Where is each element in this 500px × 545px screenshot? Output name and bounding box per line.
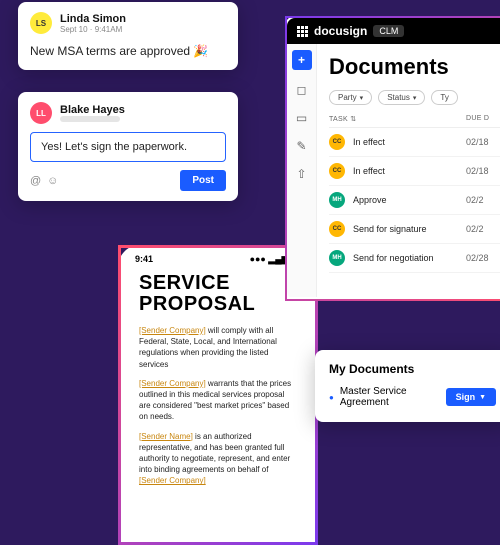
- add-button[interactable]: +: [292, 50, 312, 70]
- proposal-paragraph: [Sender Company] will comply with all Fe…: [139, 325, 297, 370]
- reply-input[interactable]: Yes! Let's sign the paperwork.: [30, 132, 226, 162]
- my-documents-card: My Documents ● Master Service Agreement …: [315, 350, 500, 422]
- main-pane: Documents Party▾ Status▾ Ty TASK ⇅ DUE D…: [317, 44, 500, 297]
- task-cell: Send for negotiation: [353, 253, 466, 263]
- table-row[interactable]: MH Approve02/2: [329, 186, 500, 215]
- due-cell: 02/2: [466, 224, 500, 234]
- product-tag: CLM: [373, 25, 404, 37]
- sort-icon[interactable]: ⇅: [350, 116, 356, 123]
- filter-party[interactable]: Party▾: [329, 90, 372, 105]
- document-name: Master Service Agreement: [340, 386, 446, 408]
- page-title: Documents: [329, 54, 500, 80]
- th-task-label[interactable]: TASK: [329, 116, 348, 123]
- task-cell: In effect: [353, 137, 466, 147]
- user-name: Linda Simon: [60, 13, 126, 25]
- th-due-label[interactable]: DUE D: [466, 115, 500, 123]
- avatar: LS: [30, 12, 52, 34]
- user-meta: Linda Simon Sept 10 · 9:41AM: [60, 13, 126, 34]
- chevron-down-icon: ▾: [413, 94, 417, 102]
- folder-icon[interactable]: ▭: [294, 110, 310, 126]
- app-titlebar: docusign CLM: [287, 18, 500, 44]
- assignee-avatar: CC: [329, 221, 345, 237]
- sender-company-tag[interactable]: [Sender Company]: [139, 326, 206, 335]
- chevron-down-icon: ▼: [479, 394, 486, 401]
- upload-icon[interactable]: ⇧: [294, 166, 310, 182]
- table-row[interactable]: CC In effect02/18: [329, 128, 500, 157]
- filter-pills: Party▾ Status▾ Ty: [329, 90, 500, 105]
- table-row[interactable]: CC Send for signature02/2: [329, 215, 500, 244]
- post-button[interactable]: Post: [180, 170, 226, 191]
- assignee-avatar: MH: [329, 250, 345, 266]
- document-row: ● Master Service Agreement Sign▼: [329, 386, 496, 408]
- filter-status[interactable]: Status▾: [378, 90, 425, 105]
- side-rail: + ◻ ▭ ✎ ⇧: [287, 44, 317, 297]
- assignee-avatar: CC: [329, 163, 345, 179]
- emoji-icon[interactable]: ☺: [47, 175, 58, 187]
- document-label: ● Master Service Agreement: [329, 386, 446, 408]
- due-cell: 02/18: [466, 166, 500, 176]
- assignee-avatar: MH: [329, 192, 345, 208]
- person-icon[interactable]: ◻: [294, 82, 310, 98]
- table-header: TASK ⇅ DUE D: [329, 115, 500, 128]
- proposal-paragraph: [Sender Name] is an authorized represent…: [139, 431, 297, 487]
- timestamp: Sept 10 · 9:41AM: [60, 25, 126, 34]
- table-row[interactable]: CC In effect02/18: [329, 157, 500, 186]
- sign-button[interactable]: Sign▼: [446, 388, 496, 406]
- app-switcher-icon[interactable]: [297, 26, 308, 37]
- message-text: New MSA terms are approved 🎉: [30, 44, 226, 58]
- sender-company-tag[interactable]: [Sender Company]: [139, 476, 206, 485]
- table-row[interactable]: MH Send for negotiation02/28: [329, 244, 500, 273]
- bullet-icon: ●: [329, 393, 334, 402]
- notification-card: LS Linda Simon Sept 10 · 9:41AM New MSA …: [18, 2, 238, 70]
- avatar: LL: [30, 102, 52, 124]
- due-cell: 02/28: [466, 253, 500, 263]
- chevron-down-icon: ▾: [360, 94, 364, 102]
- filter-type[interactable]: Ty: [431, 90, 457, 105]
- user-meta: Blake Hayes: [60, 104, 125, 122]
- document-title: SERVICE PROPOSAL: [139, 273, 297, 315]
- task-cell: Approve: [353, 195, 466, 205]
- user-name: Blake Hayes: [60, 104, 125, 116]
- skeleton-line: [60, 116, 120, 122]
- sender-company-tag[interactable]: [Sender Company]: [139, 379, 206, 388]
- message-header: LS Linda Simon Sept 10 · 9:41AM: [30, 12, 226, 34]
- card-title: My Documents: [329, 362, 496, 376]
- app-window: docusign CLM + ◻ ▭ ✎ ⇧ Documents Party▾ …: [285, 16, 500, 301]
- mention-icon[interactable]: @: [30, 175, 41, 187]
- due-cell: 02/18: [466, 137, 500, 147]
- phone-time: 9:41: [135, 254, 153, 265]
- pencil-icon[interactable]: ✎: [294, 138, 310, 154]
- reply-card: LL Blake Hayes Yes! Let's sign the paper…: [18, 92, 238, 201]
- reply-footer: @ ☺ Post: [30, 170, 226, 191]
- proposal-paragraph: [Sender Company] warrants that the price…: [139, 378, 297, 423]
- assignee-avatar: CC: [329, 134, 345, 150]
- due-cell: 02/2: [466, 195, 500, 205]
- message-header: LL Blake Hayes: [30, 102, 226, 124]
- app-content: + ◻ ▭ ✎ ⇧ Documents Party▾ Status▾ Ty TA…: [287, 44, 500, 297]
- reply-toolbar: @ ☺: [30, 175, 58, 187]
- phone-body: SERVICE PROPOSAL [Sender Company] will c…: [121, 267, 315, 500]
- sender-name-tag[interactable]: [Sender Name]: [139, 432, 193, 441]
- table-body: CCIn effect02/18CCIn effect02/18MHApprov…: [329, 128, 500, 273]
- task-cell: In effect: [353, 166, 466, 176]
- task-cell: Send for signature: [353, 224, 466, 234]
- brand-name: docusign: [314, 24, 367, 38]
